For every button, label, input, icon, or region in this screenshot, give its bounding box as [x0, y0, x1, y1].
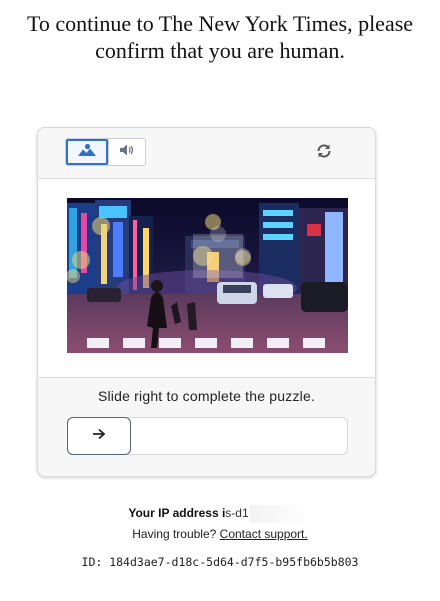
refresh-button[interactable] [313, 142, 335, 164]
trouble-text: Having trouble? [132, 527, 217, 541]
image-mode-button[interactable] [66, 139, 108, 165]
arrow-right-icon [92, 427, 106, 445]
ip-address-line: Your IP address is-d1 [0, 505, 440, 523]
slider-track[interactable] [67, 417, 348, 455]
captcha-toolbar [38, 128, 375, 179]
page-headline: To continue to The New York Times, pleas… [0, 10, 440, 64]
contact-support-link[interactable]: Contact support. [220, 527, 308, 541]
headline-line-2: confirm that you are human. [95, 38, 345, 63]
puzzle-instruction: Slide right to complete the puzzle. [97, 388, 316, 404]
audio-mode-button[interactable] [108, 139, 145, 165]
trouble-line: Having trouble? Contact support. [0, 527, 440, 541]
slider-handle[interactable] [67, 417, 131, 455]
session-id: ID: 184d3ae7-d18c-5d64-d7f5-b95fb6b5b803 [81, 555, 359, 569]
refresh-icon [315, 142, 333, 165]
puzzle-image [67, 198, 348, 353]
challenge-mode-toggle [65, 138, 146, 166]
puzzle-area [38, 179, 375, 378]
image-icon [77, 143, 97, 162]
headline-line-1: To continue to The New York Times, pleas… [26, 11, 414, 36]
ip-address-mask [249, 505, 312, 523]
ip-address-value: s-d1 [225, 506, 249, 521]
speaker-icon [119, 143, 135, 162]
ip-address-label: Your IP address i [128, 506, 226, 521]
captcha-card: Slide right to complete the puzzle. [37, 127, 376, 477]
